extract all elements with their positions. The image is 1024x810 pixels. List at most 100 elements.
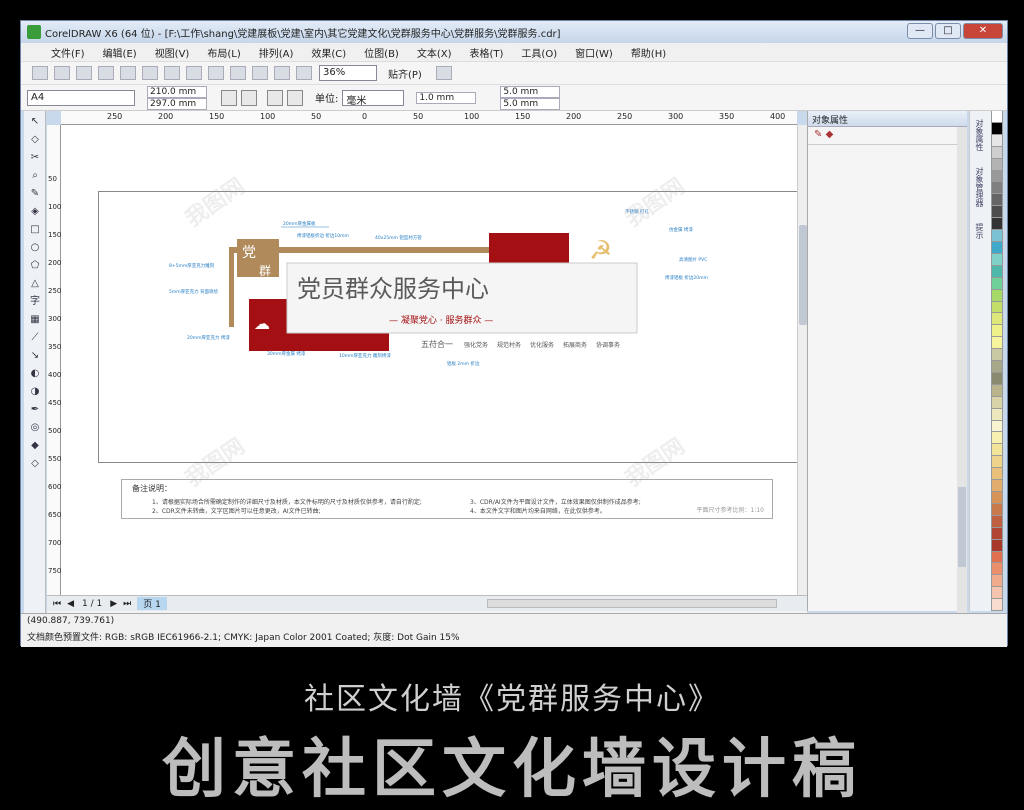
save-icon[interactable]: [76, 66, 92, 80]
menu-bitmaps[interactable]: 位图(B): [364, 45, 399, 60]
ellipse-tool-icon[interactable]: ○: [27, 241, 43, 255]
menu-table[interactable]: 表格(T): [470, 45, 504, 60]
new-icon[interactable]: [32, 66, 48, 80]
smart-fill-icon[interactable]: ◈: [27, 205, 43, 219]
side-tab[interactable]: 提示: [970, 215, 989, 247]
vertical-scrollbar[interactable]: [797, 125, 807, 595]
table-tool-icon[interactable]: ▦: [27, 313, 43, 327]
palette-swatch[interactable]: [991, 444, 1003, 457]
palette-swatch[interactable]: [991, 361, 1003, 373]
fill-icon[interactable]: ◆: [826, 129, 834, 140]
fill-tool-icon[interactable]: ◆: [27, 439, 43, 453]
palette-swatch[interactable]: [991, 420, 1003, 433]
palette-swatch[interactable]: [991, 372, 1003, 385]
print-icon[interactable]: [98, 66, 114, 80]
crop-tool-icon[interactable]: ✂: [27, 151, 43, 165]
palette-swatch[interactable]: [991, 396, 1003, 409]
undo-icon[interactable]: [186, 66, 202, 80]
palette-swatch[interactable]: [991, 325, 1003, 338]
side-tab[interactable]: 对象管理器: [970, 159, 989, 215]
palette-swatch[interactable]: [991, 277, 1003, 290]
palette-swatch[interactable]: [991, 158, 1003, 171]
app-launcher-icon[interactable]: [296, 66, 312, 80]
palette-swatch[interactable]: [991, 337, 1003, 350]
zoom-level-select[interactable]: 36%: [319, 65, 377, 81]
palette-swatch[interactable]: [991, 230, 1003, 242]
menu-arrange[interactable]: 排列(A): [259, 45, 294, 60]
side-tab[interactable]: 对象属性: [970, 111, 989, 159]
duplicate-x-field[interactable]: 5.0 mm: [500, 85, 561, 98]
maximize-button[interactable]: □: [935, 23, 961, 39]
palette-swatch[interactable]: [991, 265, 1003, 278]
basic-shapes-icon[interactable]: △: [27, 277, 43, 291]
outline-pen-icon[interactable]: ◎: [27, 421, 43, 435]
text-tool-icon[interactable]: 字: [27, 295, 43, 309]
menu-view[interactable]: 视图(V): [155, 45, 190, 60]
shape-tool-icon[interactable]: ◇: [27, 133, 43, 147]
pick-tool-icon[interactable]: ↖: [27, 115, 43, 129]
palette-swatch[interactable]: [991, 432, 1003, 445]
paste-icon[interactable]: [164, 66, 180, 80]
zoom-tool-icon[interactable]: ⌕: [27, 169, 43, 183]
page-tab[interactable]: 页 1: [137, 597, 167, 610]
palette-swatch[interactable]: [991, 122, 1003, 135]
portrait-icon[interactable]: [221, 89, 237, 106]
page-width-field[interactable]: 210.0 mm: [147, 85, 207, 98]
import-icon[interactable]: [230, 66, 246, 80]
palette-swatch[interactable]: [991, 539, 1003, 552]
polygon-tool-icon[interactable]: ⬠: [27, 259, 43, 273]
dimension-tool-icon[interactable]: ⟋: [27, 331, 43, 345]
connector-tool-icon[interactable]: ↘: [27, 349, 43, 363]
menu-text[interactable]: 文本(X): [417, 45, 452, 60]
cut-icon[interactable]: [120, 66, 136, 80]
eyedropper-icon[interactable]: ✒: [27, 403, 43, 417]
palette-swatch[interactable]: [991, 384, 1003, 397]
transparency-tool-icon[interactable]: ◑: [27, 385, 43, 399]
palette-swatch[interactable]: [991, 468, 1003, 481]
palette-swatch[interactable]: [991, 301, 1003, 314]
palette-swatch[interactable]: [991, 253, 1003, 266]
publish-pdf-icon[interactable]: [274, 66, 290, 80]
palette-swatch[interactable]: [991, 241, 1003, 254]
menu-window[interactable]: 窗口(W): [575, 45, 613, 60]
export-icon[interactable]: [252, 66, 268, 80]
all-pages-icon[interactable]: [267, 89, 283, 106]
palette-swatch[interactable]: [991, 206, 1003, 219]
palette-swatch[interactable]: [991, 134, 1003, 147]
palette-swatch[interactable]: [991, 480, 1003, 492]
minimize-button[interactable]: —: [907, 23, 933, 39]
palette-swatch[interactable]: [991, 170, 1003, 183]
palette-swatch[interactable]: [991, 218, 1003, 231]
prev-page-icon[interactable]: ◀: [67, 599, 74, 609]
palette-swatch[interactable]: [991, 515, 1003, 528]
palette-swatch[interactable]: [991, 575, 1003, 588]
palette-swatch[interactable]: [991, 408, 1003, 421]
palette-swatch[interactable]: [991, 182, 1003, 195]
palette-swatch[interactable]: [991, 587, 1003, 600]
menu-effects[interactable]: 效果(C): [311, 45, 346, 60]
menu-help[interactable]: 帮助(H): [631, 45, 666, 60]
menu-edit[interactable]: 编辑(E): [103, 45, 137, 60]
palette-swatch[interactable]: [991, 194, 1003, 207]
copy-icon[interactable]: [142, 66, 158, 80]
current-page-icon[interactable]: [287, 89, 303, 106]
options-icon[interactable]: [436, 66, 452, 80]
nudge-field[interactable]: 1.0 mm: [416, 91, 477, 104]
palette-swatch[interactable]: [991, 313, 1003, 326]
units-select[interactable]: 毫米: [342, 89, 405, 107]
next-page-icon[interactable]: ▶: [110, 599, 117, 609]
palette-swatch[interactable]: [991, 599, 1003, 612]
palette-swatch[interactable]: [991, 503, 1003, 516]
palette-swatch[interactable]: [991, 551, 1003, 564]
palette-swatch[interactable]: [991, 527, 1003, 540]
rectangle-tool-icon[interactable]: □: [27, 223, 43, 237]
page-size-select[interactable]: A4: [27, 89, 135, 106]
last-page-icon[interactable]: ⏭: [123, 599, 131, 609]
palette-swatch[interactable]: [991, 289, 1003, 302]
landscape-icon[interactable]: [241, 89, 257, 106]
menu-tools[interactable]: 工具(O): [521, 45, 557, 60]
outline-icon[interactable]: ✎: [814, 129, 822, 140]
open-icon[interactable]: [54, 66, 70, 80]
page-height-field[interactable]: 297.0 mm: [147, 97, 207, 110]
palette-swatch[interactable]: [991, 492, 1003, 504]
